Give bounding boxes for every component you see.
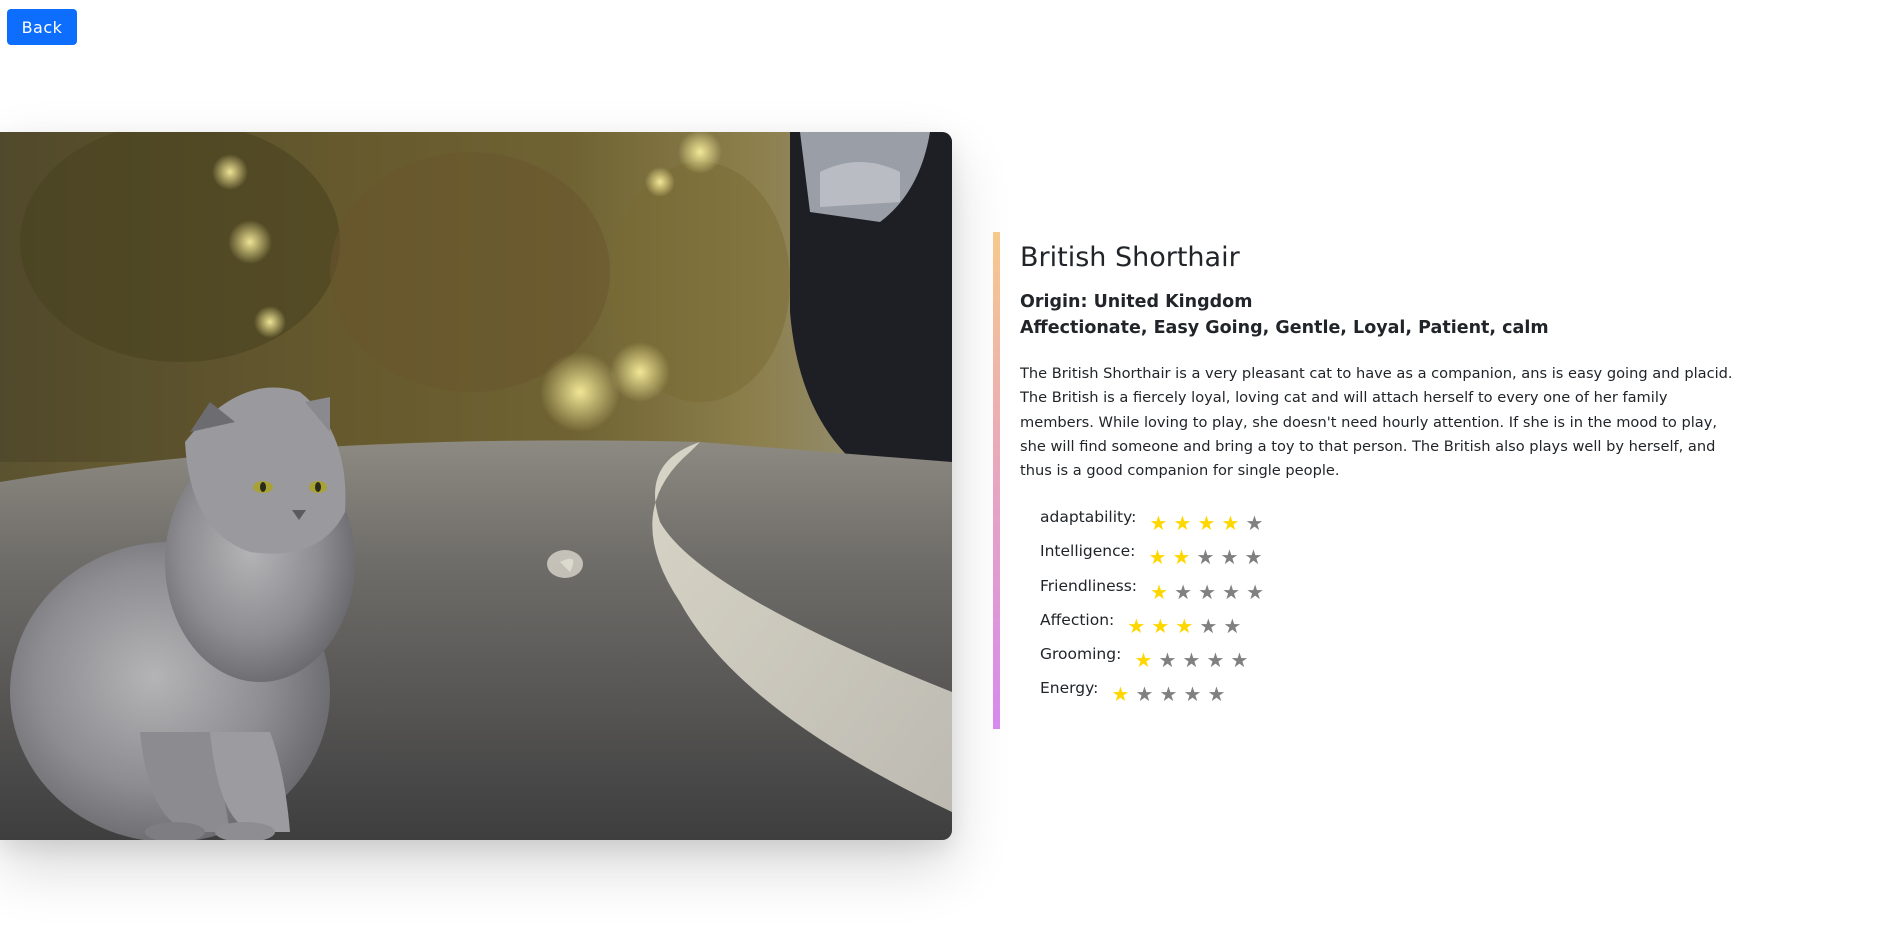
rating-row-energy: Energy: ★ ★ ★ ★ ★ — [1040, 678, 1340, 712]
back-button[interactable]: Back — [7, 9, 77, 45]
breed-description: The British Shorthair is a very pleasant… — [1020, 365, 1733, 480]
star-rating: ★ ★ ★ ★ ★ — [1109, 684, 1229, 704]
star-icon: ★ — [1223, 613, 1244, 638]
star-icon: ★ — [1173, 511, 1194, 535]
star-icon: ★ — [1199, 613, 1220, 638]
star-icon: ★ — [1127, 613, 1148, 638]
star-rating: ★ ★ ★ ★ ★ — [1147, 547, 1267, 567]
rating-row-adaptability: adaptability: ★ ★ ★ ★ ★ — [1040, 507, 1340, 541]
star-icon: ★ — [1150, 579, 1171, 604]
star-icon: ★ — [1221, 511, 1242, 535]
star-icon: ★ — [1196, 545, 1217, 570]
rating-row-friendliness: Friendliness: ★ ★ ★ ★ ★ — [1040, 576, 1340, 610]
star-icon: ★ — [1172, 545, 1193, 570]
rating-label: Grooming: — [1040, 645, 1122, 664]
star-icon: ★ — [1134, 648, 1155, 673]
star-icon: ★ — [1159, 682, 1180, 707]
star-rating: ★ ★ ★ ★ ★ — [1147, 513, 1267, 533]
breed-origin: Origin: United Kingdom — [1020, 292, 1253, 312]
breed-photo — [0, 132, 952, 840]
rating-row-grooming: Grooming: ★ ★ ★ ★ ★ — [1040, 644, 1340, 678]
breed-name: British Shorthair — [1020, 242, 1240, 273]
star-rating: ★ ★ ★ ★ ★ — [1148, 582, 1268, 602]
star-icon: ★ — [1148, 545, 1169, 570]
star-icon: ★ — [1206, 648, 1227, 673]
star-icon: ★ — [1174, 579, 1195, 604]
ratings-list: adaptability: ★ ★ ★ ★ ★ Intelligence: ★ ★ ★ ★ ★ … — [1040, 507, 1340, 713]
star-icon: ★ — [1198, 579, 1219, 604]
star-icon: ★ — [1230, 648, 1251, 673]
cat-photo-illustration — [0, 132, 952, 840]
star-icon: ★ — [1151, 613, 1172, 638]
star-icon: ★ — [1197, 511, 1218, 535]
star-rating: ★ ★ ★ ★ ★ — [1132, 650, 1252, 670]
rating-label: Intelligence: — [1040, 542, 1136, 561]
breed-info-panel: British Shorthair Origin: United Kingdom… — [993, 232, 1753, 729]
star-icon: ★ — [1246, 579, 1267, 604]
rating-row-affection: Affection: ★ ★ ★ ★ ★ — [1040, 610, 1340, 644]
star-icon: ★ — [1175, 613, 1196, 638]
rating-label: Energy: — [1040, 679, 1099, 698]
star-icon: ★ — [1183, 682, 1204, 707]
star-icon: ★ — [1135, 682, 1156, 707]
star-icon: ★ — [1222, 579, 1243, 604]
breed-temperament: Affectionate, Easy Going, Gentle, Loyal,… — [1020, 318, 1549, 338]
star-icon: ★ — [1158, 648, 1179, 673]
star-icon: ★ — [1182, 648, 1203, 673]
star-icon: ★ — [1220, 545, 1241, 570]
accent-bar — [993, 232, 1000, 729]
star-rating: ★ ★ ★ ★ ★ — [1125, 616, 1245, 636]
star-icon: ★ — [1111, 682, 1132, 707]
star-icon: ★ — [1149, 511, 1170, 535]
star-icon: ★ — [1207, 682, 1228, 707]
star-icon: ★ — [1245, 511, 1266, 535]
star-icon: ★ — [1244, 545, 1265, 570]
rating-row-intelligence: Intelligence: ★ ★ ★ ★ ★ — [1040, 541, 1340, 575]
rating-label: Affection: — [1040, 610, 1115, 629]
rating-label: Friendliness: — [1040, 576, 1138, 595]
rating-label: adaptability: — [1040, 508, 1137, 526]
